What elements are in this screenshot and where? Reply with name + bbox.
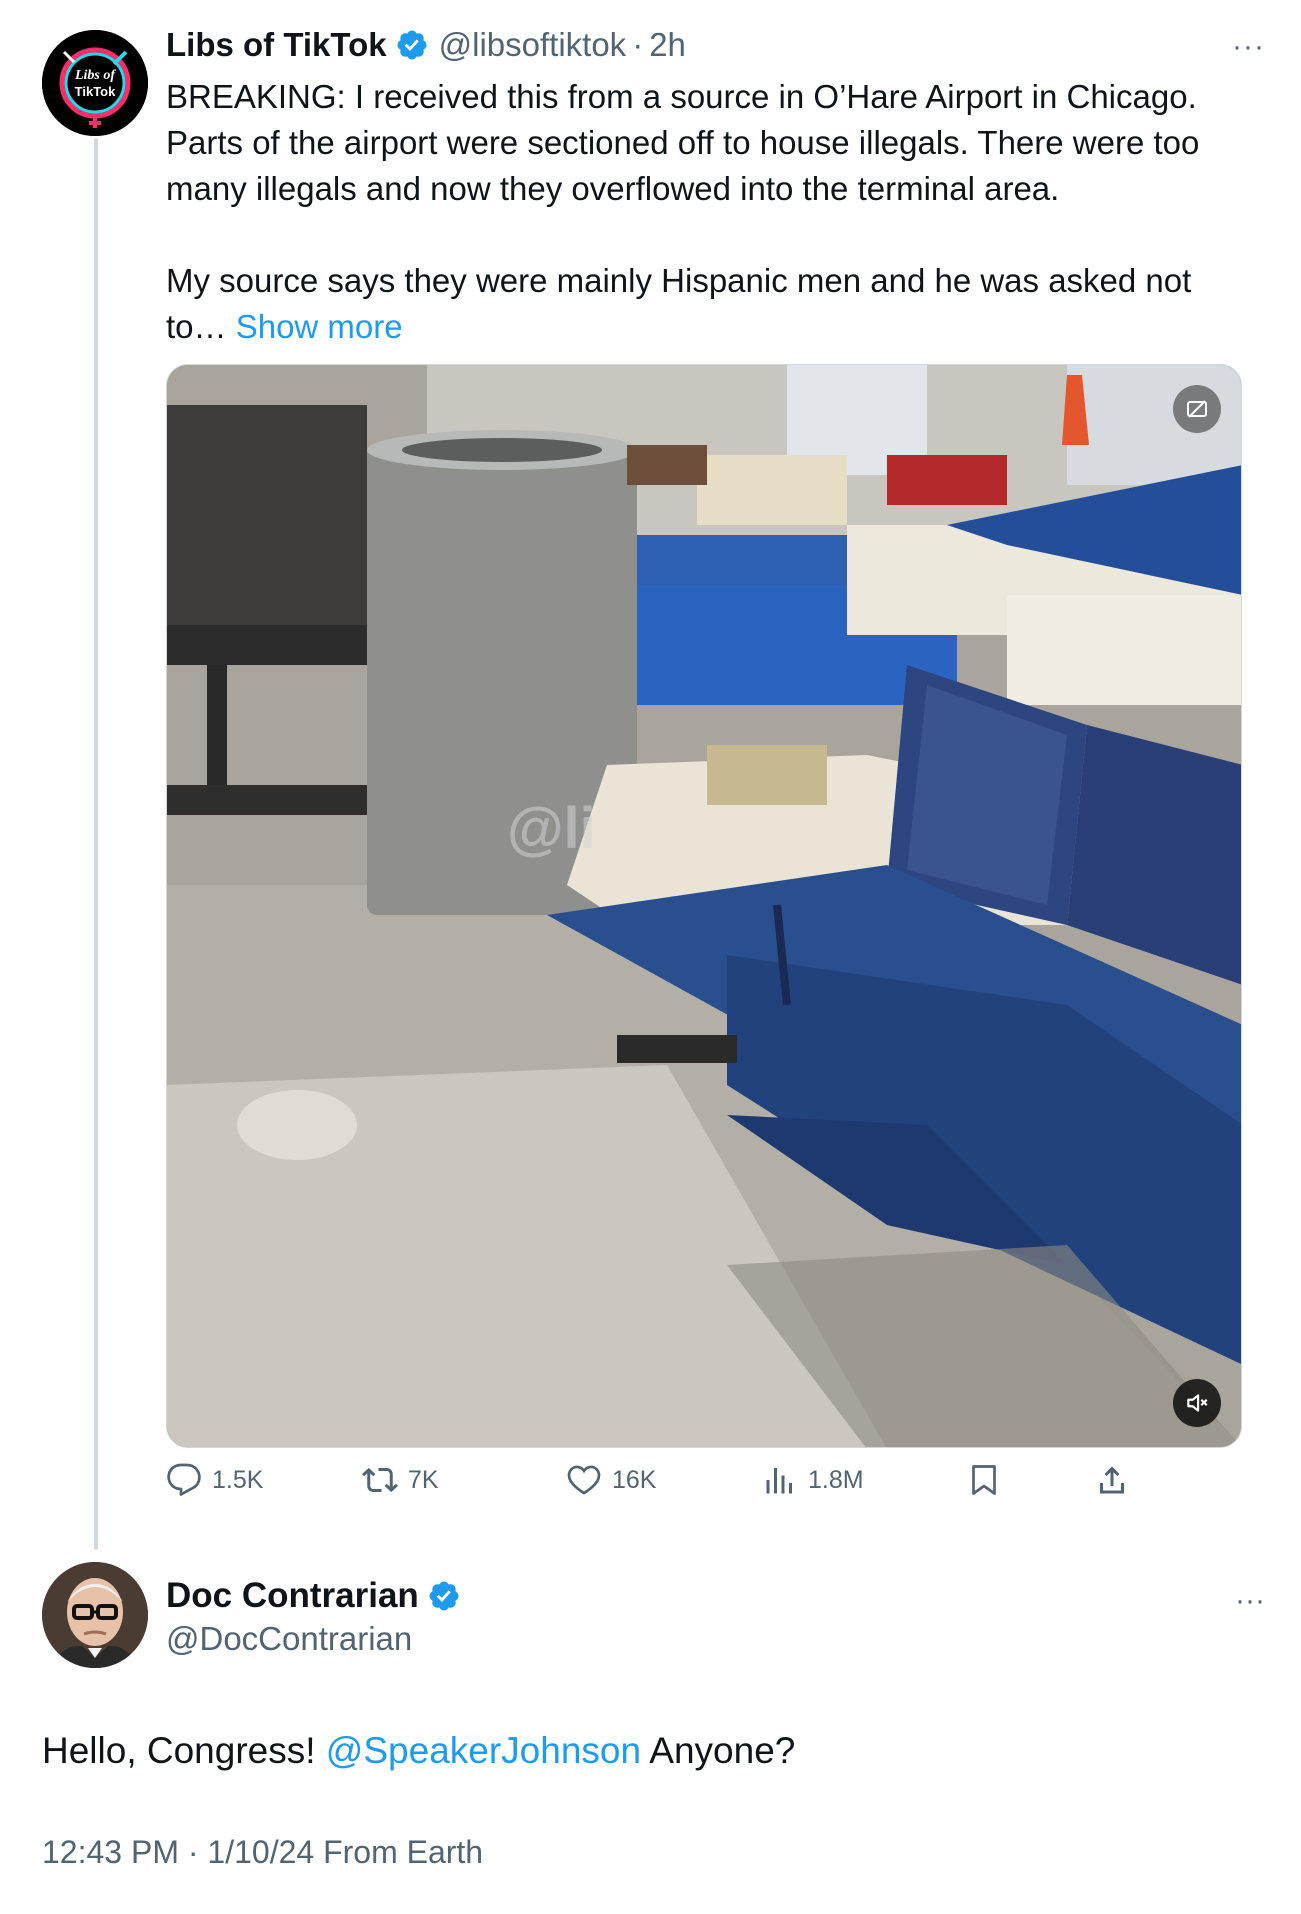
repost-button[interactable]: 7K — [362, 1462, 439, 1498]
parent-timestamp[interactable]: 2h — [649, 26, 686, 64]
reply-tweet-text: Hello, Congress! @SpeakerJohnson Anyone? — [42, 1730, 795, 1772]
parent-tweet-header: Libs of TikTok @libsoftiktok · 2h — [166, 24, 686, 66]
video-watermark: @li — [507, 796, 596, 861]
parent-tweet-text: BREAKING: I received this from a source … — [166, 74, 1256, 350]
view-count: 1.8M — [808, 1465, 864, 1494]
sensitive-content-icon[interactable] — [1173, 385, 1221, 433]
reply-text-after: Anyone? — [641, 1730, 796, 1771]
reply-count: 1.5K — [212, 1465, 264, 1494]
like-count: 16K — [612, 1465, 657, 1494]
header-separator: · — [632, 26, 644, 63]
parent-tweet-body: BREAKING: I received this from a source … — [166, 78, 1200, 345]
reply-timestamp[interactable]: 12:43 PM · 1/10/24 From Earth — [42, 1834, 483, 1871]
parent-author-name[interactable]: Libs of TikTok — [166, 26, 387, 64]
repost-count: 7K — [408, 1465, 439, 1494]
show-more-link[interactable]: Show more — [236, 308, 403, 345]
views-button[interactable]: 1.8M — [762, 1462, 864, 1498]
verified-badge-icon — [429, 1581, 459, 1611]
libsoftiktok-avatar[interactable]: Libs of TikTok — [42, 30, 148, 136]
reply-icon — [167, 1463, 201, 1496]
reply-more-options-icon[interactable]: ··· — [1235, 1584, 1265, 1618]
reply-text-before: Hello, Congress! — [42, 1730, 326, 1771]
video-frame-illustration — [167, 365, 1241, 1447]
bookmark-icon — [972, 1465, 996, 1495]
mention-link[interactable]: @SpeakerJohnson — [326, 1730, 641, 1771]
avatar-text-line2: TikTok — [75, 84, 116, 99]
muted-speaker-icon[interactable] — [1173, 1379, 1221, 1427]
thread-connector-line — [94, 138, 98, 1550]
avatar-text-line1: Libs of — [74, 68, 116, 83]
parent-more-options-icon[interactable]: ··· — [1232, 30, 1265, 64]
parent-tweet-video[interactable]: @li — [166, 364, 1242, 1448]
parent-tweet-actions: 1.5K 7K 16K 1.8M — [166, 1462, 1166, 1512]
reply-button[interactable]: 1.5K — [166, 1462, 263, 1498]
like-button[interactable]: 16K — [566, 1462, 656, 1498]
reply-author-header: Doc Contrarian — [166, 1576, 461, 1616]
repost-icon — [362, 1467, 398, 1493]
verified-badge-icon — [397, 30, 427, 60]
parent-author-handle[interactable]: @libsoftiktok — [439, 26, 627, 64]
bookmark-button[interactable] — [966, 1462, 1012, 1498]
doccontrarian-avatar[interactable] — [42, 1562, 148, 1668]
reply-author-handle[interactable]: @DocContrarian — [166, 1620, 412, 1658]
heart-icon — [567, 1465, 601, 1495]
share-icon — [1100, 1466, 1124, 1494]
share-button[interactable] — [1094, 1462, 1140, 1498]
reply-author-name[interactable]: Doc Contrarian — [166, 1576, 419, 1616]
views-chart-icon — [766, 1468, 792, 1494]
